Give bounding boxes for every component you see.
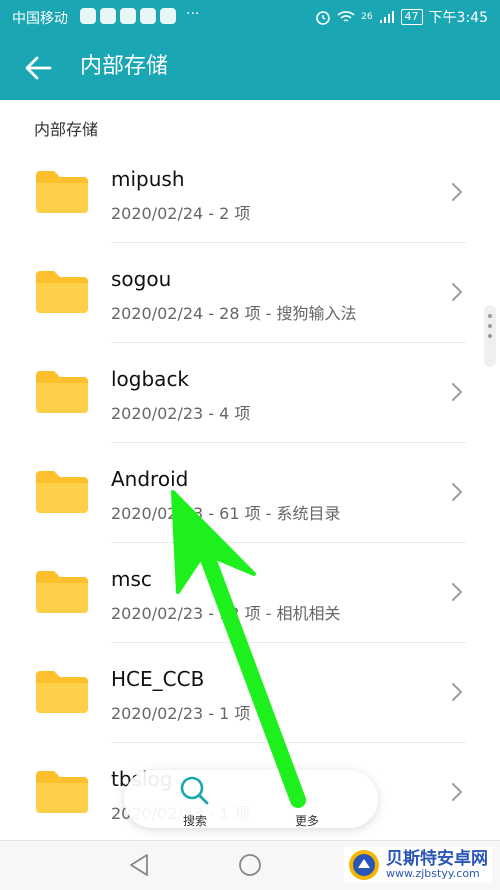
folder-row[interactable]: msc 2020/02/23 - 12 项 - 相机相关	[0, 543, 500, 643]
folder-row[interactable]: Android 2020/02/23 - 61 项 - 系统目录	[0, 443, 500, 543]
search-label: 搜索	[182, 814, 207, 828]
nav-back-icon[interactable]	[128, 853, 150, 877]
folder-meta: 2020/02/24 - 28 项 - 搜狗输入法	[111, 304, 357, 323]
folder-row[interactable]: HCE_CCB 2020/02/23 - 1 项	[0, 643, 500, 743]
folder-name: sogou	[111, 267, 172, 291]
carrier-label: 中国移动	[12, 11, 68, 27]
battery-indicator: 47	[400, 9, 423, 25]
search-icon	[180, 776, 209, 805]
app-icon	[100, 8, 116, 24]
watermark-title: 贝斯特安卓网	[386, 848, 488, 869]
folder-meta: 2020/02/23 - 1 项	[111, 704, 251, 723]
folder-icon	[36, 271, 88, 313]
weibo-icon	[120, 8, 136, 24]
back-arrow-icon[interactable]	[22, 52, 54, 84]
notification-icons	[80, 8, 176, 24]
folder-row[interactable]: logback 2020/02/23 - 4 项	[0, 343, 500, 443]
tiktok-icon	[140, 8, 156, 24]
folder-icon	[36, 471, 88, 513]
folder-name: HCE_CCB	[111, 667, 205, 691]
folder-icon	[36, 571, 88, 613]
browser-icon	[160, 8, 176, 24]
more-label: 更多	[294, 814, 319, 828]
watermark-logo-icon	[349, 850, 379, 880]
folder-meta: 2020/02/24 - 2 项	[111, 204, 251, 223]
signal-icon	[379, 11, 394, 23]
chevron-right-icon	[452, 783, 462, 801]
location-app-icon	[80, 8, 96, 24]
status-right: 26 47 下午3:45	[315, 7, 488, 27]
scroll-handle[interactable]	[484, 305, 496, 367]
folder-meta: 2020/02/23 - 4 项	[111, 404, 251, 423]
chevron-right-icon	[452, 183, 462, 201]
chevron-right-icon	[452, 683, 462, 701]
folder-meta: 2020/02/23 - 12 项 - 相机相关	[111, 604, 341, 623]
folder-row[interactable]: mipush 2020/02/24 - 2 项	[0, 143, 500, 243]
folder-meta: 2020/02/23 - 61 项 - 系统目录	[111, 504, 341, 523]
network-label: 26	[361, 12, 373, 22]
folder-name: logback	[111, 367, 190, 391]
folder-icon	[36, 371, 88, 413]
breadcrumb: 内部存储	[34, 120, 99, 139]
folder-row[interactable]: sogou 2020/02/24 - 28 项 - 搜狗输入法	[0, 243, 500, 343]
watermark-url: www.zjbstyy.com	[386, 867, 480, 881]
search-button[interactable]: 搜索	[160, 774, 230, 828]
wifi-icon	[337, 11, 355, 22]
folder-list: mipush 2020/02/24 - 2 项 sogou 2020/02/24 - …	[0, 143, 500, 843]
chevron-right-icon	[452, 383, 462, 401]
app-bar: 内部存储	[0, 34, 500, 100]
page-title: 内部存储	[80, 54, 169, 79]
folder-name: mipush	[111, 167, 185, 191]
watermark: 贝斯特安卓网 www.zjbstyy.com	[344, 847, 492, 883]
chevron-right-icon	[452, 483, 462, 501]
more-notifications: ···	[186, 6, 200, 22]
nav-home-icon[interactable]	[238, 853, 262, 877]
folder-icon	[36, 171, 88, 213]
folder-icon	[36, 771, 88, 813]
alarm-icon	[316, 11, 330, 25]
folder-icon	[36, 671, 88, 713]
clock: 下午3:45	[428, 10, 488, 26]
folder-name: msc	[111, 567, 152, 591]
bottom-action-bar: 搜索 更多	[124, 770, 378, 828]
chevron-right-icon	[452, 283, 462, 301]
folder-name: Android	[111, 467, 189, 491]
status-bar: 中国移动 ··· 26 47 下午3:45	[0, 0, 500, 34]
chevron-right-icon	[452, 583, 462, 601]
